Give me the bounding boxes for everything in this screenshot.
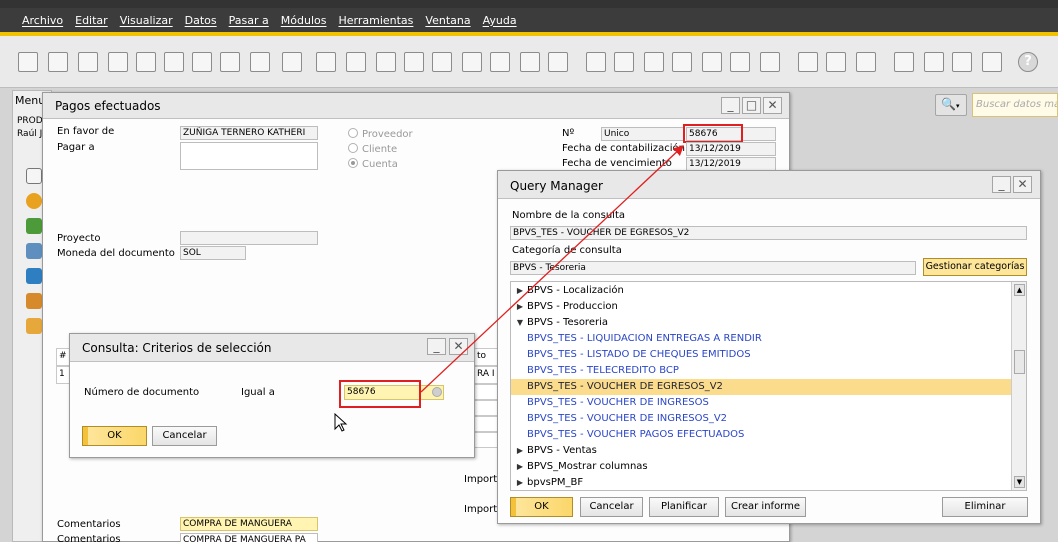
annotation-arrow	[420, 145, 684, 393]
annotation-arrows	[420, 145, 684, 393]
